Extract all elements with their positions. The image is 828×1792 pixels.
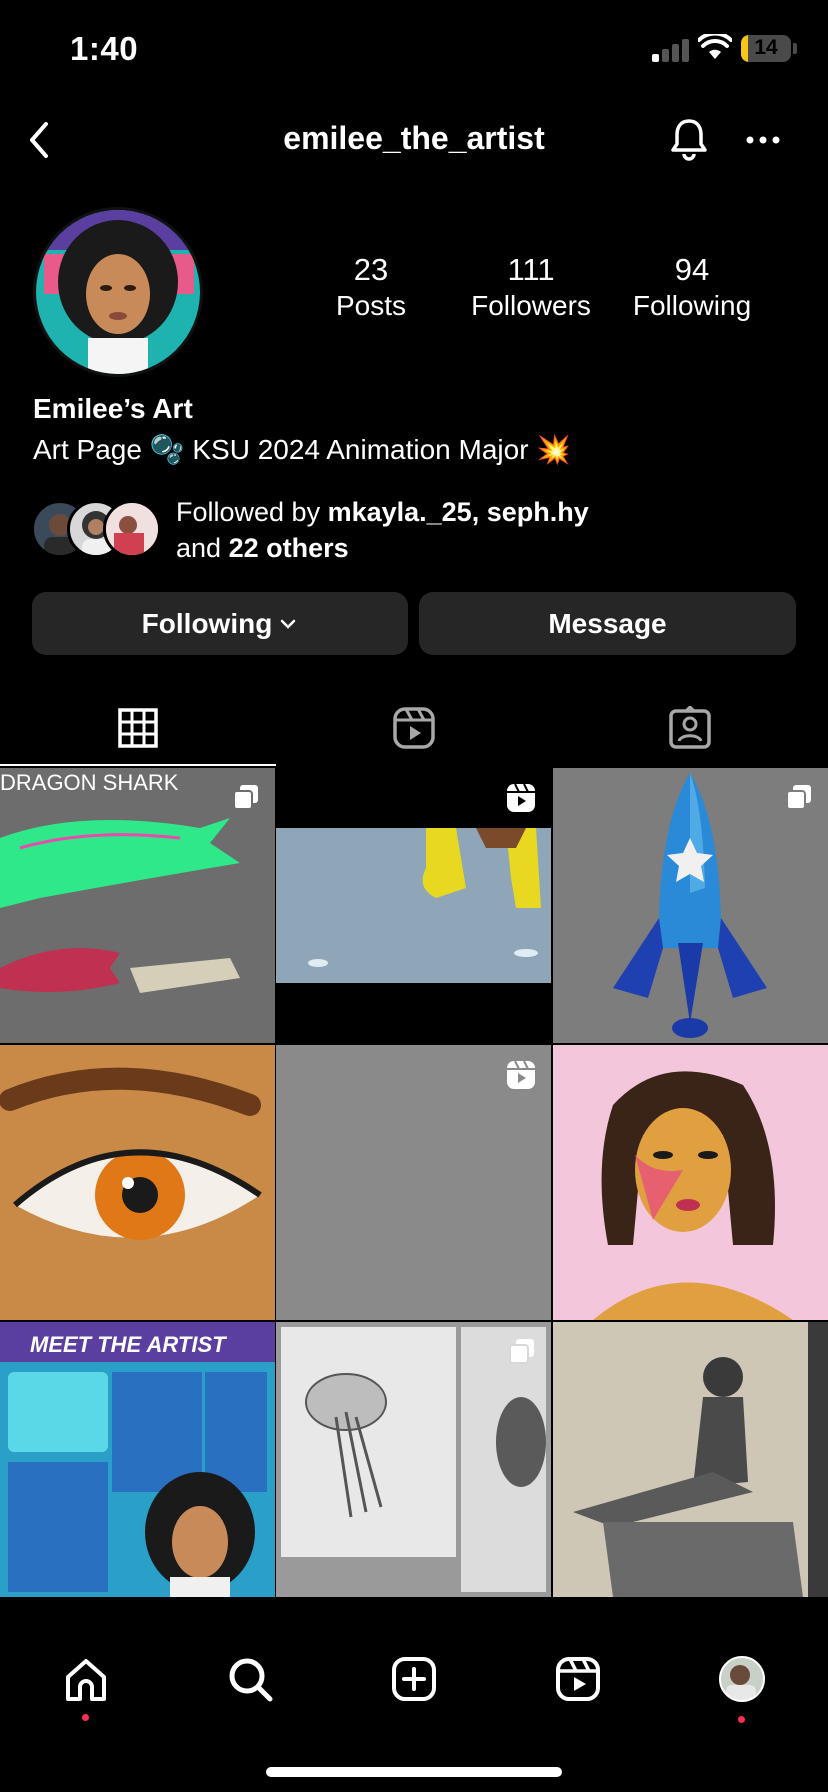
- nav-home[interactable]: [46, 1649, 126, 1709]
- chevron-down-icon: [281, 619, 296, 629]
- battery-icon: 14: [741, 35, 791, 62]
- avatar-illustration: [36, 210, 200, 374]
- bottom-navigation: [0, 1625, 828, 1792]
- followed-by-and: and: [176, 533, 229, 563]
- post-image: [0, 1045, 275, 1320]
- status-time: 1:40: [70, 30, 139, 67]
- search-icon: [229, 1658, 273, 1702]
- battery-percent: 14: [754, 36, 778, 59]
- signal-icon: [652, 38, 690, 62]
- profile-tabs: [0, 690, 828, 766]
- more-horizontal-icon: [746, 136, 780, 144]
- post-image: [553, 1045, 828, 1320]
- more-options-button[interactable]: [743, 122, 783, 158]
- followers-label: Followers: [471, 290, 591, 321]
- post-thumbnail[interactable]: [276, 1045, 551, 1320]
- carousel-icon: [233, 785, 258, 810]
- nav-reels[interactable]: [538, 1649, 618, 1709]
- post-thumbnail[interactable]: DRAGON SHARK: [0, 768, 275, 1043]
- post-thumbnail[interactable]: [276, 768, 551, 1043]
- profile-bio: Art Page 🫧 KSU 2024 Animation Major 💥: [33, 434, 572, 465]
- reel-icon: [507, 1060, 535, 1089]
- post-thumbnail[interactable]: [0, 1045, 275, 1320]
- profile-header: emilee_the_artist: [0, 100, 828, 180]
- nav-create[interactable]: [374, 1649, 454, 1709]
- following-button-label: Following: [141, 607, 273, 639]
- following-stat[interactable]: 94 Following: [612, 252, 772, 324]
- posts-count: 23: [353, 252, 389, 287]
- post-thumbnail[interactable]: MEET THE ARTIST: [0, 1322, 275, 1597]
- post-thumbnail[interactable]: [276, 1322, 551, 1597]
- followed-by-text[interactable]: Followed by mkayla._25, seph.hy and 22 o…: [176, 494, 589, 566]
- profile-avatar: [719, 1656, 765, 1702]
- profile-avatar[interactable]: [33, 207, 203, 377]
- posts-label: Posts: [335, 290, 407, 321]
- mutual-followers-avatars[interactable]: [31, 500, 163, 560]
- tab-tagged[interactable]: [552, 690, 828, 766]
- tab-posts-grid[interactable]: [0, 690, 276, 766]
- bell-icon: [671, 119, 707, 161]
- post-thumbnail[interactable]: [553, 1322, 828, 1597]
- post-caption: DRAGON SHARK: [0, 770, 179, 795]
- followed-by-others: 22 others: [228, 533, 349, 563]
- active-tab-indicator: [0, 764, 276, 766]
- following-label: Following: [632, 290, 752, 321]
- followed-by-users: mkayla._25, seph.hy: [327, 497, 589, 527]
- create-icon: [392, 1657, 436, 1701]
- followers-stat[interactable]: 111 Followers: [451, 252, 611, 324]
- message-button[interactable]: Message: [419, 592, 796, 655]
- message-button-label: Message: [548, 607, 667, 639]
- wifi-icon: [698, 34, 732, 59]
- post-image: [553, 1322, 828, 1597]
- home-icon: [66, 1659, 106, 1701]
- profile-notification-dot: [738, 1716, 745, 1723]
- home-notification-dot: [82, 1714, 89, 1721]
- nav-profile[interactable]: [702, 1649, 782, 1709]
- post-thumbnail[interactable]: [553, 768, 828, 1043]
- nav-search[interactable]: [210, 1649, 290, 1709]
- mutual-avatar: [103, 500, 161, 558]
- grid-icon: [118, 708, 158, 748]
- reel-icon: [507, 783, 535, 812]
- post-caption: MEET THE ARTIST: [30, 1332, 227, 1357]
- reels-icon: [556, 1657, 600, 1701]
- following-count: 94: [674, 252, 710, 287]
- following-button[interactable]: Following: [32, 592, 408, 655]
- display-name: Emilee’s Art: [33, 393, 193, 424]
- carousel-icon: [786, 785, 811, 810]
- notifications-button[interactable]: [666, 116, 712, 162]
- tab-reels[interactable]: [276, 690, 552, 766]
- reels-icon: [393, 707, 435, 749]
- tagged-icon: [669, 706, 711, 749]
- followed-by-prefix: Followed by: [176, 497, 328, 527]
- posts-stat[interactable]: 23 Posts: [291, 252, 451, 324]
- post-thumbnail[interactable]: [553, 1045, 828, 1320]
- post-image: MEET THE ARTIST: [0, 1322, 275, 1597]
- carousel-icon: [509, 1339, 534, 1364]
- status-bar: 1:40 14: [0, 0, 828, 100]
- home-indicator: [266, 1767, 562, 1777]
- followers-count: 111: [507, 252, 555, 287]
